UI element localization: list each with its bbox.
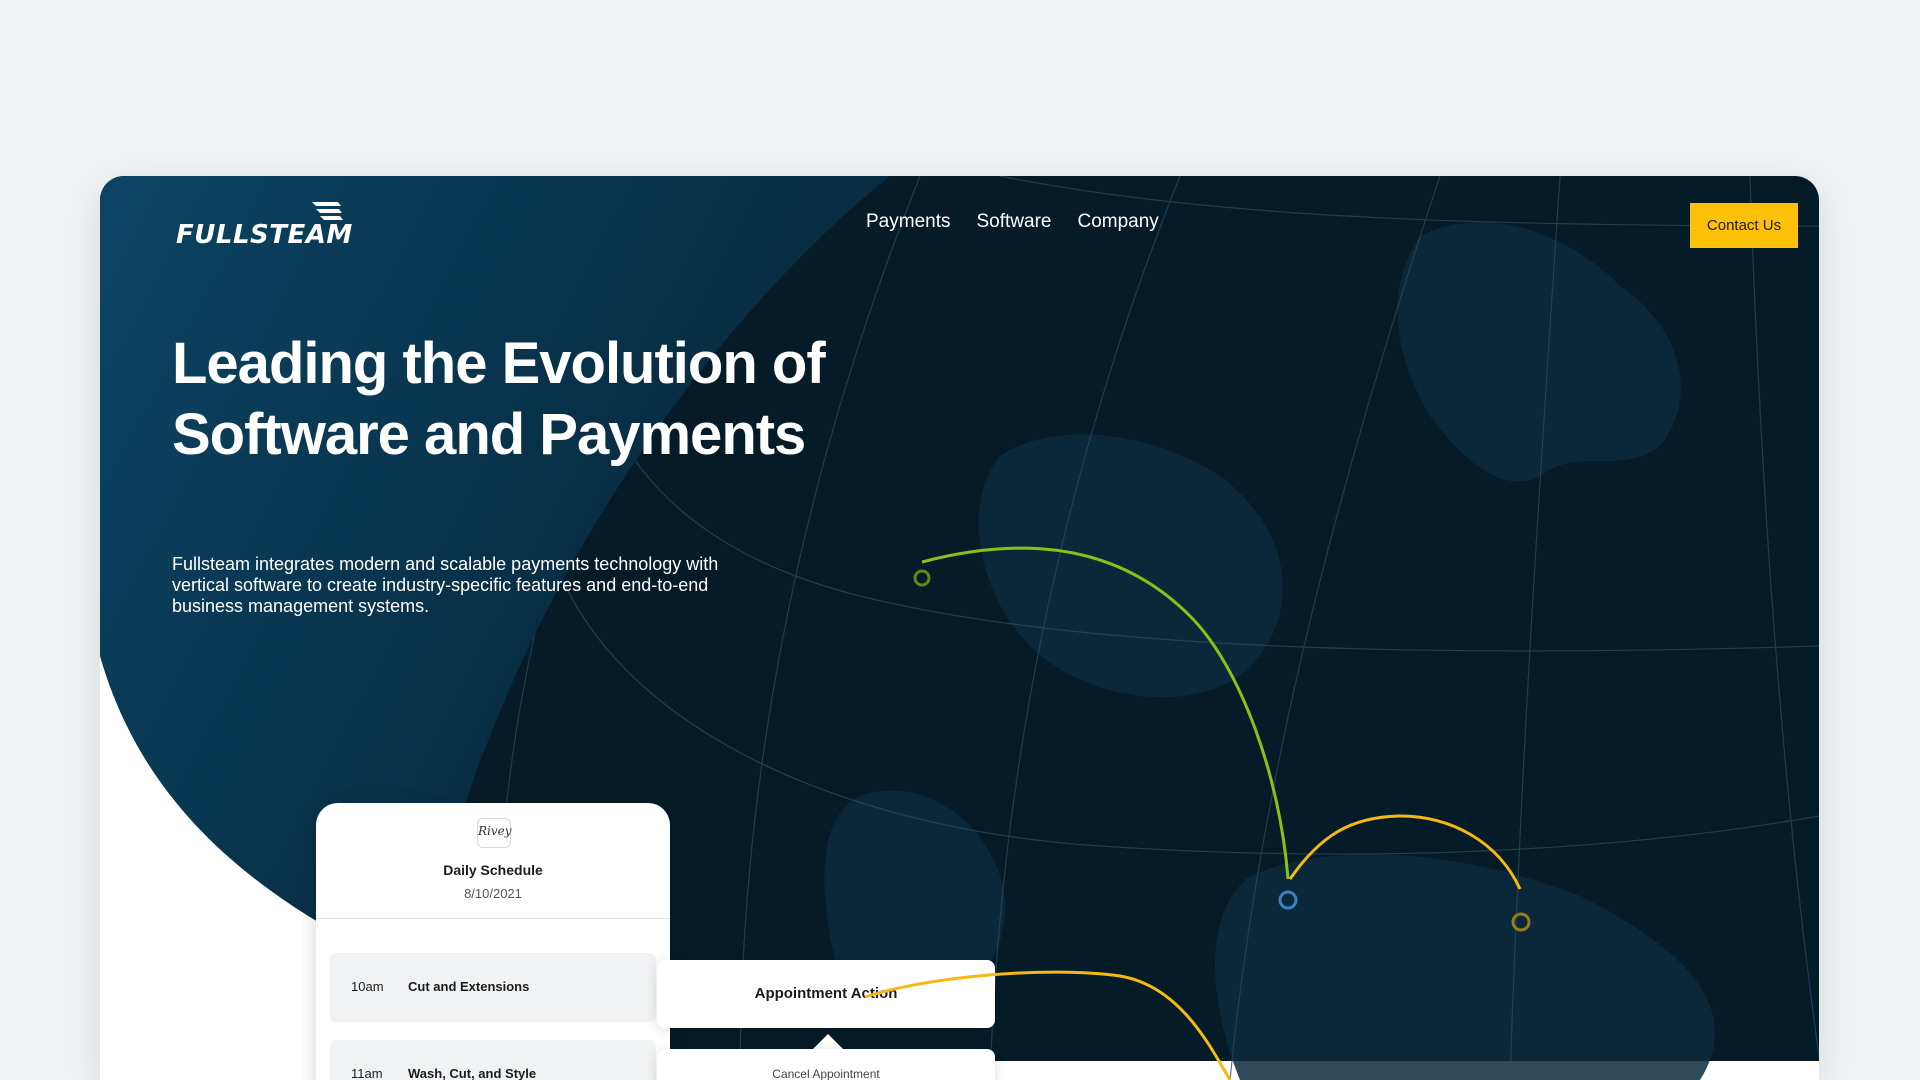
appointment-service: Wash, Cut, and Style (408, 1066, 537, 1080)
logo-flag-icon (312, 202, 343, 220)
appointment-service: Cut and Extensions (408, 979, 530, 994)
main-nav: Payments Software Company (866, 211, 1159, 233)
nav-item-software[interactable]: Software (976, 211, 1051, 233)
schedule-title: Daily Schedule (443, 862, 543, 878)
fullsteam-logo[interactable]: FULLSTEAM (176, 200, 352, 250)
popup-pointer (812, 1034, 844, 1050)
list-item[interactable]: 11am Wash, Cut, and Style (330, 1040, 656, 1080)
schedule-date: 8/10/2021 (464, 886, 522, 901)
list-item[interactable]: 10am Cut and Extensions (330, 953, 656, 1022)
appointment-action-button[interactable]: Appointment Action (657, 960, 995, 1028)
nav-item-payments[interactable]: Payments (866, 211, 950, 233)
browser-frame: FULLSTEAM Payments Software Company Cont… (100, 176, 1819, 1080)
schedule-card: Rivey Daily Schedule 8/10/2021 (316, 803, 670, 1080)
cancel-appointment-button[interactable]: Cancel Appointment (657, 1049, 995, 1080)
salon-logo: Rivey (477, 818, 512, 848)
logo-text: FULLSTEAM (176, 220, 353, 250)
hero-subtext: Fullsteam integrates modern and scalable… (172, 554, 719, 616)
marker-green (913, 569, 931, 587)
hero-headline: Leading the Evolution of Software and Pa… (172, 331, 826, 467)
appointment-time: 10am (351, 979, 384, 994)
appointment-time: 11am (351, 1066, 383, 1080)
contact-us-button[interactable]: Contact Us (1690, 203, 1798, 248)
card-divider (316, 918, 670, 919)
nav-item-company[interactable]: Company (1077, 211, 1158, 233)
